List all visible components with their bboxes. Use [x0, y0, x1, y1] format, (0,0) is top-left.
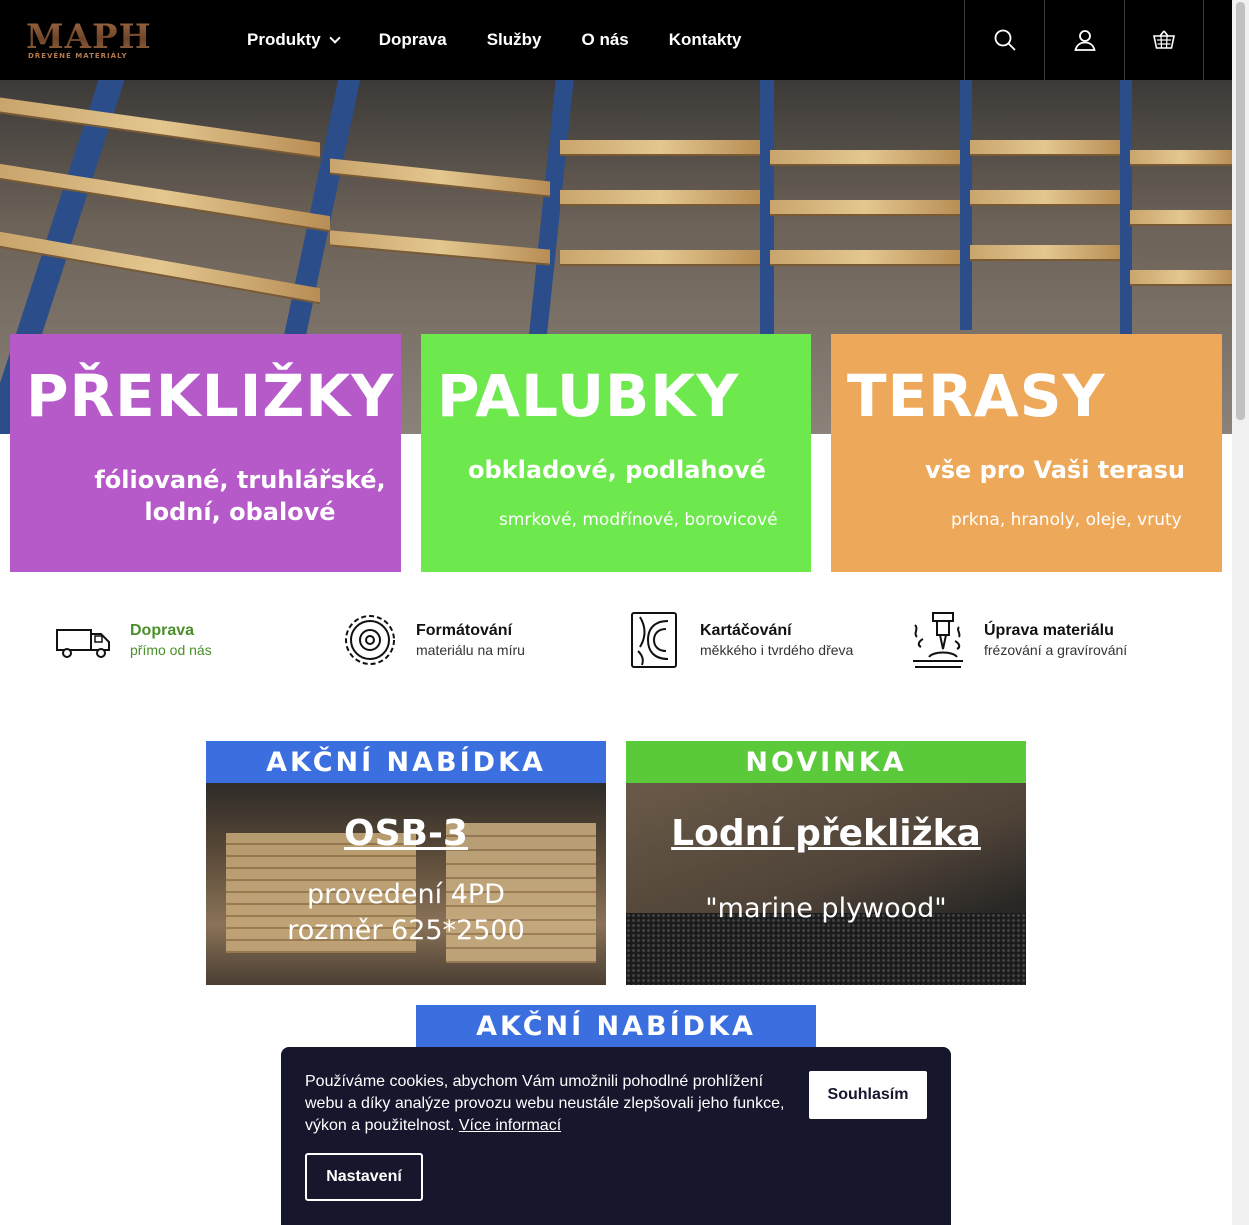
tile-subtitle: vše pro Vaši terasu: [925, 456, 1185, 484]
feature-subtitle: frézování a gravírování: [984, 642, 1128, 658]
tile-subtitle-line: lodní, obalové: [144, 498, 336, 526]
scrollbar-thumb[interactable]: [1236, 2, 1245, 420]
category-tile-palubky[interactable]: PALUBKY obkladové, podlahové smrkové, mo…: [421, 334, 811, 572]
user-icon: [1073, 30, 1096, 51]
more-info-link[interactable]: Více informací: [459, 1117, 561, 1134]
tile-subtitle-line: fóliované, truhlářské,: [94, 466, 386, 494]
chevron-down-icon: [329, 32, 341, 44]
feature-uprava-materialu[interactable]: Úprava materiálu frézování a gravírování: [908, 608, 1127, 672]
site-logo[interactable]: MAPH DŘEVĚNÉ MATERIÁLY: [26, 17, 152, 64]
feature-subtitle: měkkého i tvrdého dřeva: [700, 642, 854, 658]
tile-detail: prkna, hranoly, oleje, vruty: [951, 510, 1182, 530]
cart-button[interactable]: [1124, 0, 1204, 80]
logo-wordmark: MAPH: [26, 17, 152, 57]
tile-subtitle: fóliované, truhlářské, lodní, obalové: [10, 464, 470, 528]
wood-grain-icon: [631, 612, 677, 668]
nav-item-doprava[interactable]: Doprava: [379, 30, 447, 50]
top-navigation-bar: MAPH DŘEVĚNÉ MATERIÁLY Produkty Doprava …: [0, 0, 1232, 80]
cookie-settings-button[interactable]: Nastavení: [305, 1153, 423, 1201]
logo-tagline: DŘEVĚNÉ MATERIÁLY: [28, 52, 128, 60]
cookie-consent-banner: Používáme cookies, abychom Vám umožnili …: [281, 1047, 951, 1225]
feature-title: Doprava: [130, 622, 195, 639]
cookie-message: Používáme cookies, abychom Vám umožnili …: [305, 1071, 785, 1137]
promo-badge: AKČNÍ NABÍDKA: [206, 741, 606, 783]
nav-item-sluzby[interactable]: Služby: [487, 30, 542, 50]
feature-formatovani[interactable]: Formátování materiálu na míru: [340, 608, 525, 672]
feature-title: Formátování: [416, 622, 513, 639]
nav-item-produkty[interactable]: Produkty: [247, 30, 341, 50]
promo-title: OSB-3: [344, 813, 468, 854]
feature-title: Úprava materiálu: [984, 622, 1114, 639]
promo-card-lodni-preklizka[interactable]: NOVINKA Lodní překližka "marine plywood": [626, 741, 1026, 985]
cnc-mill-icon: [913, 612, 963, 668]
nav-item-label: Produkty: [247, 30, 321, 49]
basket-icon: [1153, 30, 1175, 49]
promo-title: Lodní překližka: [671, 813, 981, 854]
promo-image: Lodní překližka "marine plywood": [626, 783, 1026, 985]
agree-button[interactable]: Souhlasím: [809, 1071, 927, 1119]
promo-badge: AKČNÍ NABÍDKA: [416, 1005, 816, 1047]
page-scrollbar[interactable]: [1232, 0, 1249, 1225]
search-icon: [994, 29, 1016, 51]
truck-icon: [56, 629, 110, 658]
promo-text: rozměr 625*2500: [287, 915, 525, 946]
feature-title: Kartáčování: [700, 622, 792, 639]
account-button[interactable]: [1044, 0, 1124, 80]
nav-item-o-nas[interactable]: O nás: [582, 30, 629, 50]
tile-title: PŘEKLIŽKY: [26, 362, 395, 430]
tile-detail: smrkové, modřínové, borovicové: [499, 510, 778, 530]
tile-title: PALUBKY: [437, 362, 740, 430]
feature-subtitle: přímo od nás: [130, 642, 212, 658]
feature-doprava[interactable]: Doprava přímo od nás: [54, 608, 212, 672]
tile-subtitle: obkladové, podlahové: [468, 456, 766, 484]
nav-item-kontakty[interactable]: Kontakty: [669, 30, 742, 50]
main-navigation: Produkty Doprava Služby O nás Kontakty: [247, 28, 782, 52]
feature-kartacovani[interactable]: Kartáčování měkkého i tvrdého dřeva: [624, 608, 853, 672]
promo-card-osb3[interactable]: AKČNÍ NABÍDKA OSB-3 provedení 4PD rozměr…: [206, 741, 606, 985]
promo-badge: NOVINKA: [626, 741, 1026, 783]
category-tile-terasy[interactable]: TERASY vše pro Vaši terasu prkna, hranol…: [831, 334, 1222, 572]
feature-subtitle: materiálu na míru: [416, 642, 525, 658]
tile-title: TERASY: [847, 362, 1106, 430]
promo-text: provedení 4PD: [307, 879, 505, 910]
promo-image: OSB-3 provedení 4PD rozměr 625*2500: [206, 783, 606, 985]
category-tile-preklizky[interactable]: PŘEKLIŽKY fóliované, truhlářské, lodní, …: [10, 334, 401, 572]
header-actions: [964, 0, 1204, 80]
search-button[interactable]: [964, 0, 1044, 80]
promo-text: "marine plywood": [705, 893, 947, 924]
saw-blade-icon: [345, 615, 395, 665]
